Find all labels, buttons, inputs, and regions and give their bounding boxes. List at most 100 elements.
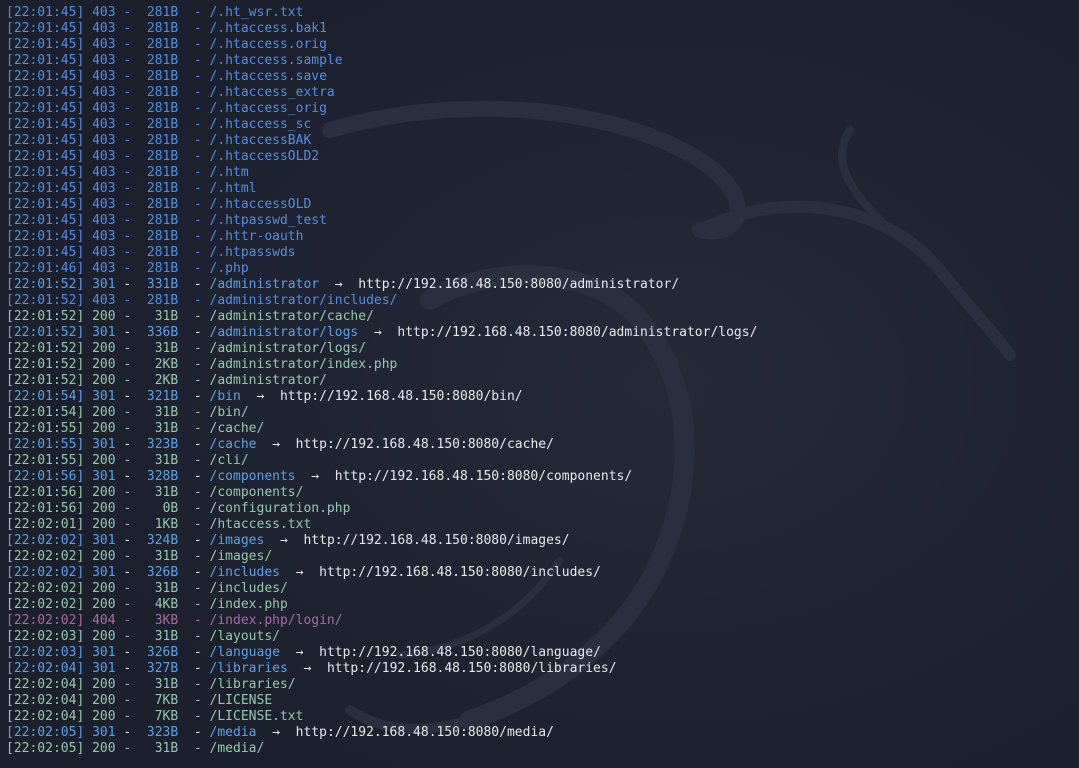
log-line: [22:02:04] 200 - 7KB - /LICENSE [6,693,273,708]
log-path: /cli/ [209,453,249,468]
log-status-code: 301 [92,277,116,292]
log-timestamp: [22:02:05] [6,741,85,756]
log-size: 327B [146,661,179,676]
log-timestamp: [22:01:52] [6,341,85,356]
log-size: 31B [154,453,179,468]
log-size: 336B [146,325,179,340]
log-line: [22:01:56] 200 - 31B - /components/ [6,485,304,500]
log-timestamp: [22:01:52] [6,293,85,308]
log-status-code: 200 [92,597,116,612]
log-status-code: 200 [92,373,116,388]
log-line: [22:01:52] 200 - 2KB - /administrator/ [6,373,327,388]
log-timestamp: [22:01:52] [6,309,85,324]
log-status-code: 200 [92,677,116,692]
right-arrow-icon: → [303,661,312,676]
log-line: [22:02:02] 404 - 3KB - /index.php/login/ [6,613,343,628]
log-status-code: 403 [92,133,116,148]
log-path: /.htaccess.orig [209,37,327,52]
log-redirect-target: http://192.168.48.150:8080/cache/ [295,437,554,452]
log-line: [22:01:52] 301 - 331B - /administrator →… [6,277,680,292]
log-line: [22:02:02] 200 - 4KB - /index.php [6,597,288,612]
log-timestamp: [22:01:45] [6,117,85,132]
log-status-code: 403 [92,197,116,212]
log-path: /configuration.php [209,501,351,516]
log-size: 281B [146,229,179,244]
log-timestamp: [22:01:52] [6,325,85,340]
log-timestamp: [22:01:45] [6,21,85,36]
log-path: /.htpasswds [209,245,296,260]
log-redirect-target: http://192.168.48.150:8080/administrator… [397,325,758,340]
log-status-code: 403 [92,229,116,244]
log-size: 281B [146,5,179,20]
log-size: 281B [146,133,179,148]
log-line: [22:01:52] 200 - 31B - /administrator/ca… [6,309,374,324]
log-timestamp: [22:02:02] [6,581,85,596]
log-path: /.ht_wsr.txt [209,5,304,20]
log-path: /index.php [209,597,288,612]
log-size: 31B [154,581,179,596]
log-path: /.htaccessOLD2 [209,149,320,164]
log-status-code: 301 [92,645,116,660]
log-line: [22:02:02] 200 - 31B - /includes/ [6,581,288,596]
log-redirect-target: http://192.168.48.150:8080/components/ [334,469,633,484]
log-redirect-target: http://192.168.48.150:8080/includes/ [319,565,601,580]
log-path: /administrator/cache/ [209,309,374,324]
log-size: 328B [146,469,179,484]
log-line: [22:01:45] 403 - 281B - /.html [6,181,257,196]
log-path: /media [209,725,257,740]
log-timestamp: [22:01:45] [6,181,85,196]
log-line: [22:01:45] 403 - 281B - /.htaccess_extra [6,85,335,100]
log-timestamp: [22:01:56] [6,501,85,516]
log-status-code: 200 [92,501,116,516]
log-status-code: 200 [92,421,116,436]
log-path: /includes/ [209,581,288,596]
log-line: [22:02:02] 301 - 326B - /includes → http… [6,565,601,580]
log-size: 31B [154,309,179,324]
log-size: 323B [146,437,179,452]
log-line: [22:01:45] 403 - 281B - /.htpasswd_test [6,213,327,228]
log-size: 326B [146,565,179,580]
log-line: [22:01:45] 403 - 281B - /.htm [6,165,249,180]
log-size: 326B [146,645,179,660]
log-timestamp: [22:01:52] [6,357,85,372]
log-size: 31B [154,741,179,756]
log-line: [22:02:03] 301 - 326B - /language → http… [6,645,601,660]
log-redirect-target: http://192.168.48.150:8080/language/ [319,645,601,660]
log-status-code: 403 [92,21,116,36]
log-status-code: 200 [92,629,116,644]
log-line: [22:01:45] 403 - 281B - /.htaccess_sc [6,117,312,132]
log-size: 321B [146,389,179,404]
log-path: /.htaccess_orig [209,101,327,116]
log-path: /.html [209,181,257,196]
log-line: [22:01:56] 301 - 328B - /components → ht… [6,469,633,484]
log-path: /layouts/ [209,629,280,644]
log-line: [22:02:03] 200 - 31B - /layouts/ [6,629,280,644]
log-line: [22:01:45] 403 - 281B - /.ht_wsr.txt [6,5,304,20]
log-status-code: 301 [92,565,116,580]
log-line: [22:01:55] 301 - 323B - /cache → http://… [6,437,554,452]
log-size: 281B [146,245,179,260]
log-line: [22:01:46] 403 - 281B - /.php [6,261,249,276]
log-path: /images/ [209,549,273,564]
log-path: /administrator/index.php [209,357,398,372]
log-timestamp: [22:01:54] [6,389,85,404]
log-size: 0B [162,501,179,516]
log-path: /.htaccess.bak1 [209,21,327,36]
log-timestamp: [22:02:04] [6,677,85,692]
log-timestamp: [22:01:56] [6,485,85,500]
log-line: [22:01:54] 200 - 31B - /bin/ [6,405,249,420]
log-size: 2KB [154,357,179,372]
terminal-output: [22:01:45] 403 - 281B - /.ht_wsr.txt [22:… [6,5,1076,757]
log-size: 281B [146,21,179,36]
log-timestamp: [22:02:03] [6,629,85,644]
log-status-code: 403 [92,181,116,196]
log-status-code: 200 [92,517,116,532]
log-path: /libraries [209,661,288,676]
log-path: /.htaccess.sample [209,53,343,68]
log-line: [22:02:04] 200 - 7KB - /LICENSE.txt [6,709,304,724]
log-status-code: 403 [92,149,116,164]
log-timestamp: [22:01:45] [6,197,85,212]
log-size: 281B [146,261,179,276]
log-size: 281B [146,85,179,100]
log-status-code: 301 [92,325,116,340]
